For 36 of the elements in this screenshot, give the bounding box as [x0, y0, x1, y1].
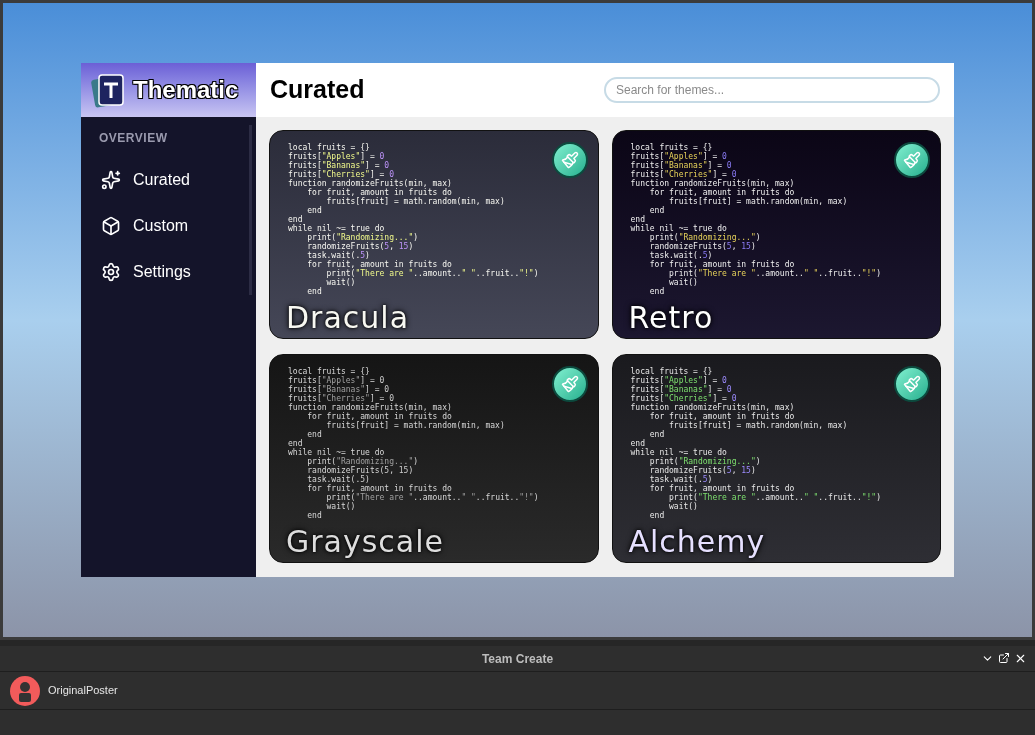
section-heading: OVERVIEW — [99, 130, 169, 147]
theme-name: Grayscale — [286, 524, 445, 560]
theme-card[interactable] — [611, 354, 941, 563]
theme-card[interactable] — [269, 354, 599, 563]
sidebar-item[interactable]: Settings — [81, 249, 249, 295]
code-preview: local fruits = {} fruits["Apples"] = 0 fruits["Bananas"] = 0 fruits["Cherries"] = 0 function randomizeFruits(min, max) for fruit, amount in fruits do fruits[fruit] = math.random(min, max) end end while nil ~= true do print("Randomizing...") randomizeFruits(5, 15) task.wait(.5) for fruit, amount in fruits do print("There are "..amount.." "..fruit.."!") wait() end — [288, 143, 540, 296]
sidebar-item[interactable]: Curated — [81, 157, 249, 203]
undock-icon[interactable] — [998, 652, 1010, 664]
paint-brush-icon — [560, 151, 579, 169]
panel-title: Team Create — [481, 650, 554, 668]
code-preview: local fruits = {} fruits["Apples"] = 0 fruits["Bananas"] = 0 fruits["Cherries"] = 0 function randomizeFruits(min, max) for fruit, amount in fruits do fruits[fruit] = math.random(min, max) end end while nil ~= true do print("Randomizing...") randomizeFruits(5, 15) task.wait(.5) for fruit, amount in fruits do print("There are "..amount.." "..fruit.."!") wait() end — [630, 143, 882, 296]
paint-brush-button[interactable] — [551, 142, 588, 178]
paint-brush-button[interactable] — [551, 366, 588, 402]
close-icon[interactable] — [1014, 652, 1027, 665]
avatar-icon — [10, 675, 40, 706]
theme-name: Alchemy — [628, 524, 766, 560]
sparkles-icon — [101, 170, 121, 190]
code-preview: local fruits = {} fruits["Apples"] = 0 fruits["Bananas"] = 0 fruits["Cherries"] = 0 function randomizeFruits(min, max) for fruit, amount in fruits do fruits[fruit] = math.random(min, max) end end while nil ~= true do print("Randomizing...") randomizeFruits(5, 15) task.wait(.5) for fruit, amount in fruits do print("There are "..amount.." "..fruit.."!") wait() end — [288, 367, 540, 520]
theme-card[interactable] — [611, 130, 941, 339]
paint-brush-icon — [903, 151, 921, 169]
logo-icon — [91, 72, 125, 108]
theme-card[interactable] — [269, 130, 599, 339]
page-title: Curated — [270, 74, 365, 106]
theme-name: Dracula — [286, 300, 410, 336]
settings-icon — [101, 262, 121, 282]
paint-brush-button[interactable] — [894, 366, 930, 402]
sidebar-item[interactable]: Custom — [81, 203, 249, 249]
code-preview: local fruits = {} fruits["Apples"] = 0 fruits["Bananas"] = 0 fruits["Cherries"] = 0 function randomizeFruits(min, max) for fruit, amount in fruits do fruits[fruit] = math.random(min, max) end end while nil ~= true do print("Randomizing...") randomizeFruits(5, 15) task.wait(.5) for fruit, amount in fruits do print("There are "..amount.." "..fruit.."!") wait() end — [630, 367, 882, 520]
paint-brush-button[interactable] — [894, 142, 930, 178]
paint-brush-icon — [903, 375, 921, 393]
cube-icon — [101, 216, 121, 236]
brand-name: Thematic — [133, 75, 239, 105]
user-name: OriginalPoster — [48, 683, 118, 699]
paint-brush-icon — [560, 375, 579, 393]
theme-name: Retro — [628, 300, 714, 336]
search-field[interactable]: Search for themes... — [604, 77, 940, 103]
